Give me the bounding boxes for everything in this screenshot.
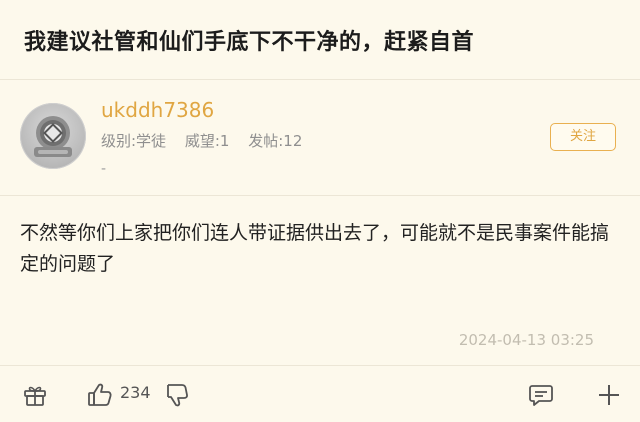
like-count: 234 bbox=[120, 383, 151, 402]
gift-icon[interactable] bbox=[22, 382, 48, 408]
user-signature: - bbox=[101, 161, 107, 177]
post-timestamp: 2024-04-13 03:25 bbox=[458, 331, 594, 349]
plus-icon[interactable] bbox=[596, 382, 622, 408]
username-link[interactable]: ukddh7386 bbox=[101, 98, 214, 122]
user-prestige: 威望:1 bbox=[184, 132, 230, 150]
comment-icon[interactable] bbox=[528, 382, 554, 408]
post-title-bar: 我建议社管和仙们手底下不干净的，赶紧自首 bbox=[0, 0, 640, 80]
author-section: ukddh7386 级别:学徒 威望:1 发帖:12 - 关注 bbox=[0, 81, 640, 196]
thumbs-up-icon[interactable] bbox=[86, 381, 114, 409]
avatar[interactable] bbox=[20, 103, 86, 169]
follow-button[interactable]: 关注 bbox=[550, 123, 616, 151]
action-bar: 234 bbox=[0, 365, 640, 422]
post-content: 不然等你们上家把你们连人带证据供出去了，可能就不是民事案件能搞定的问题了 bbox=[20, 222, 610, 275]
post-title: 我建议社管和仙们手底下不干净的，赶紧自首 bbox=[24, 30, 475, 55]
user-meta: 级别:学徒 威望:1 发帖:12 bbox=[101, 130, 316, 151]
thumbs-down-icon[interactable] bbox=[162, 381, 190, 409]
user-level: 级别:学徒 bbox=[101, 132, 167, 150]
avatar-robot-icon bbox=[34, 116, 72, 157]
user-post-count: 发帖:12 bbox=[248, 132, 303, 150]
